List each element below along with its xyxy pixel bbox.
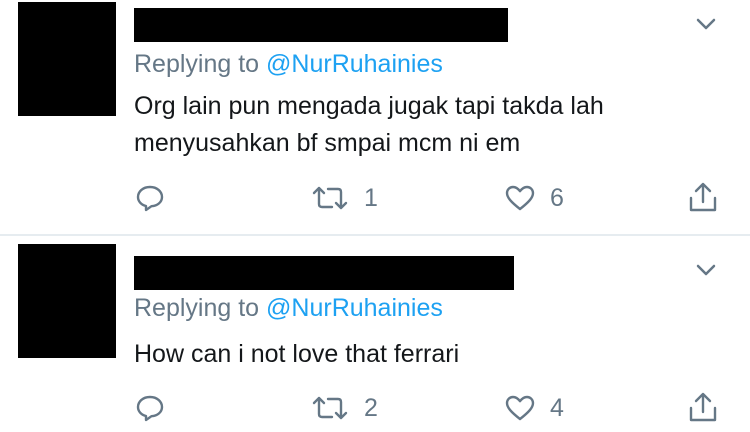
avatar-redacted[interactable] (18, 2, 116, 116)
replying-to-prefix: Replying to (134, 50, 260, 78)
like-count: 6 (550, 183, 564, 212)
replying-to-label: Replying to @NurRuhainies (134, 294, 443, 323)
share-icon (689, 392, 717, 422)
heart-icon (505, 185, 535, 211)
author-name-redacted[interactable] (134, 256, 514, 290)
tweet-actions-bar: 2 4 (0, 388, 750, 428)
tweet-text: Org lain pun mengada jugak tapi takda la… (134, 88, 694, 162)
share-icon (689, 182, 717, 212)
retweet-button[interactable]: 1 (310, 178, 378, 218)
retweet-icon (312, 396, 348, 420)
share-button[interactable] (686, 388, 720, 428)
replying-to-handle-link[interactable]: @NurRuhainies (266, 294, 443, 322)
tweet-text-line: How can i not love that ferrari (134, 340, 460, 368)
tweet-reply[interactable]: Replying to @NurRuhainies Org lain pun m… (0, 0, 750, 234)
tweet-text-line: Org lain pun mengada jugak tapi takda la… (134, 92, 604, 120)
author-name-redacted[interactable] (134, 8, 508, 42)
chevron-down-icon[interactable] (692, 256, 720, 284)
reply-button[interactable] (134, 178, 166, 218)
like-button[interactable]: 4 (504, 388, 564, 428)
share-button[interactable] (686, 178, 720, 218)
reply-icon (136, 185, 164, 212)
retweet-count: 1 (364, 183, 378, 212)
tweet-actions-bar: 1 6 (0, 178, 750, 218)
chevron-down-icon[interactable] (692, 10, 720, 38)
tweet-text-line: menyusahkan bf smpai mcm ni em (134, 129, 521, 157)
retweet-icon (312, 186, 348, 210)
replying-to-prefix: Replying to (134, 294, 260, 322)
reply-icon (136, 395, 164, 422)
retweet-button[interactable]: 2 (310, 388, 378, 428)
replying-to-label: Replying to @NurRuhainies (134, 50, 443, 79)
replying-to-handle-link[interactable]: @NurRuhainies (266, 50, 443, 78)
tweet-reply[interactable]: Replying to @NurRuhainies How can i not … (0, 236, 750, 432)
avatar-redacted[interactable] (18, 244, 116, 358)
heart-icon (505, 395, 535, 421)
reply-button[interactable] (134, 388, 166, 428)
like-button[interactable]: 6 (504, 178, 564, 218)
retweet-count: 2 (364, 393, 378, 422)
like-count: 4 (550, 393, 564, 422)
tweet-text: How can i not love that ferrari (134, 336, 694, 373)
